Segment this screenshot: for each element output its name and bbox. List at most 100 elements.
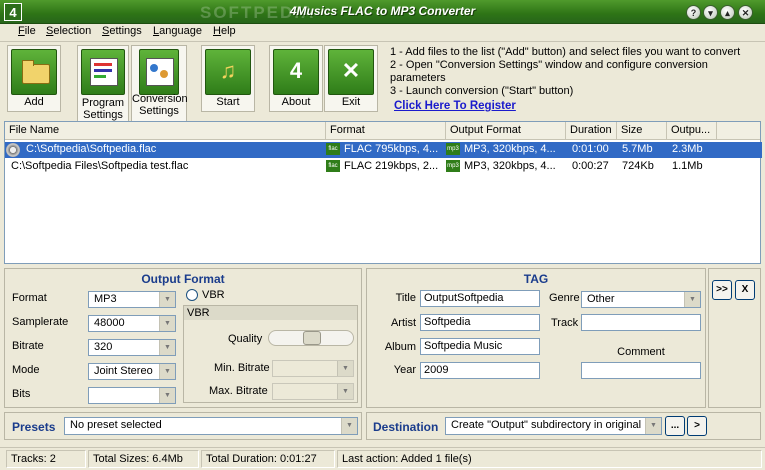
conversion-settings-button[interactable]: Conversion Settings (131, 45, 188, 123)
column-file-name[interactable]: File Name (5, 122, 326, 140)
mp3-icon: mp3 (446, 143, 460, 156)
exit-button[interactable]: ✕ Exit (324, 45, 378, 112)
menu-help[interactable]: Help (213, 25, 236, 37)
open-destination-button[interactable]: > (687, 416, 707, 436)
title-bar[interactable]: 4 SOFTPEDIA 4Musics FLAC to MP3 Converte… (0, 0, 765, 24)
bitrate-select[interactable]: 320 ▼ (88, 339, 176, 356)
min-bitrate-label: Min. Bitrate (214, 362, 270, 374)
title-label: Title (395, 292, 416, 304)
comment-field[interactable] (581, 362, 701, 379)
status-tracks: Tracks: 2 (6, 450, 86, 468)
chevron-down-icon: ▼ (645, 418, 661, 434)
year-field[interactable]: 2009 (420, 362, 540, 379)
instruction-line: 2 - Open "Conversion Settings" window an… (390, 59, 708, 84)
minimize-button[interactable]: ▾ (703, 5, 718, 20)
close-button[interactable]: ✕ (738, 5, 753, 20)
quality-slider[interactable] (268, 330, 354, 346)
menu-selection[interactable]: Selection (46, 25, 91, 37)
music-note-icon: ♫ (205, 49, 251, 95)
browse-button[interactable]: ... (665, 416, 685, 436)
vbr-group: VBR Quality Min. Bitrate ▼ Max. Bitrate … (183, 305, 358, 403)
status-total-duration: Total Duration: 0:01:27 (201, 450, 335, 468)
format-select[interactable]: MP3 ▼ (88, 291, 176, 308)
max-bitrate-label: Max. Bitrate (209, 385, 268, 397)
artist-field[interactable]: Softpedia (420, 314, 540, 331)
format-cell: FLAC 795kbps, 4... (344, 143, 439, 155)
chevron-down-icon: ▼ (159, 388, 175, 403)
comment-label: Comment (617, 346, 665, 358)
file-list[interactable]: File Name Format Output Format Duration … (4, 121, 762, 264)
track-field[interactable] (581, 314, 701, 331)
folder-add-icon (11, 49, 57, 95)
cd-icon (6, 143, 20, 157)
file-name-cell: C:\Softpedia\Softpedia.flac (26, 143, 157, 155)
vbr-group-title: VBR (184, 306, 357, 320)
track-label: Track (551, 317, 579, 329)
bits-select[interactable]: ▼ (88, 387, 176, 404)
samplerate-select[interactable]: 48000 ▼ (88, 315, 176, 332)
slider-thumb[interactable] (303, 331, 321, 345)
output-format-cell: MP3, 320kbps, 4... (464, 160, 556, 172)
column-output-format[interactable]: Output Format (446, 122, 566, 140)
chevron-down-icon: ▼ (337, 384, 353, 399)
menu-language[interactable]: Language (153, 25, 202, 37)
status-total-sizes: Total Sizes: 6.4Mb (88, 450, 199, 468)
format-label: Format (12, 292, 47, 304)
chevron-down-icon: ▼ (684, 292, 700, 307)
presets-panel: Presets No preset selected ▼ (4, 412, 362, 440)
presets-select[interactable]: No preset selected ▼ (64, 417, 358, 435)
close-panel-button[interactable]: X (735, 280, 755, 300)
about-4-icon: 4 (273, 49, 319, 95)
destination-label: Destination (373, 420, 439, 434)
vbr-checkbox[interactable] (186, 289, 198, 301)
min-bitrate-select[interactable]: ▼ (272, 360, 354, 377)
year-label: Year (393, 364, 416, 376)
title-field[interactable]: OutputSoftpedia (420, 290, 540, 307)
start-button[interactable]: ♫ Start (201, 45, 255, 112)
menu-bar: File Selection Settings Language Help (0, 24, 765, 42)
album-label: Album (384, 341, 416, 353)
format-cell: FLAC 219kbps, 2... (344, 160, 439, 172)
genre-select[interactable]: Other ▼ (581, 291, 701, 308)
table-row[interactable]: C:\Softpedia\Softpedia.flac flac FLAC 795… (5, 142, 762, 158)
output-format-title: Output Format (141, 272, 225, 286)
chevron-down-icon: ▼ (159, 364, 175, 379)
mode-label: Mode (12, 364, 40, 376)
column-size[interactable]: Size (617, 122, 667, 140)
add-button[interactable]: Add (7, 45, 61, 112)
album-field[interactable]: Softpedia Music (420, 338, 540, 355)
max-bitrate-select[interactable]: ▼ (272, 383, 354, 400)
column-filler (717, 122, 760, 140)
about-button[interactable]: 4 About (269, 45, 323, 112)
column-format[interactable]: Format (326, 122, 446, 140)
samplerate-label: Samplerate (12, 316, 69, 328)
mode-select[interactable]: Joint Stereo ▼ (88, 363, 176, 380)
maximize-button[interactable]: ▴ (720, 5, 735, 20)
expand-button[interactable]: >> (712, 280, 732, 300)
menu-settings[interactable]: Settings (102, 25, 142, 37)
chevron-down-icon: ▼ (159, 340, 175, 355)
help-title-button[interactable]: ? (686, 5, 701, 20)
chevron-down-icon: ▼ (337, 361, 353, 376)
output-format-cell: MP3, 320kbps, 4... (464, 143, 556, 155)
file-name-cell: C:\Softpedia Files\Softpedia test.flac (11, 160, 189, 172)
program-settings-button[interactable]: Program Settings (77, 45, 129, 123)
register-link[interactable]: Click Here To Register (394, 100, 516, 112)
duration-cell: 0:01:00 (572, 143, 609, 155)
output-format-panel: Output Format Format MP3 ▼ Samplerate 480… (4, 268, 362, 408)
tag-title: TAG (523, 272, 549, 286)
table-row[interactable]: C:\Softpedia Files\Softpedia test.flac f… (5, 159, 762, 175)
program-settings-icon (81, 49, 125, 95)
tag-panel: TAG Title OutputSoftpedia Artist Softped… (366, 268, 706, 408)
menu-file[interactable]: File (18, 25, 36, 37)
instruction-line: 1 - Add files to the list ("Add" button)… (390, 46, 741, 58)
output-size-cell: 1.1Mb (672, 160, 703, 172)
duration-cell: 0:00:27 (572, 160, 609, 172)
column-duration[interactable]: Duration (566, 122, 617, 140)
destination-select[interactable]: Create "Output" subdirectory in original… (445, 417, 662, 435)
quality-label: Quality (228, 333, 263, 345)
presets-label: Presets (12, 420, 56, 434)
flac-icon: flac (326, 143, 340, 156)
destination-panel: Destination Create "Output" subdirectory… (366, 412, 761, 440)
column-output-size[interactable]: Outpu... (667, 122, 717, 140)
